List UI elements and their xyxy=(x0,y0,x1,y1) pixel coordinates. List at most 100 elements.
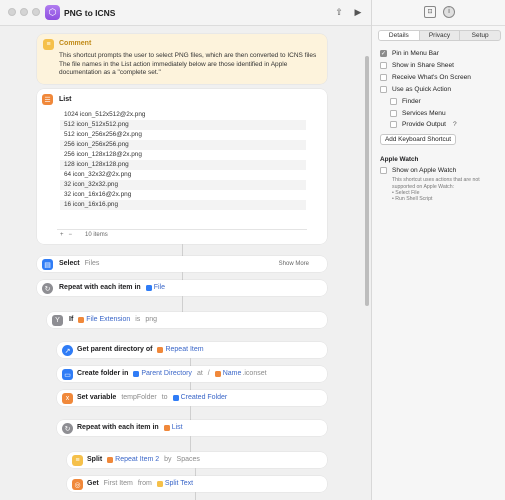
receive-screen-checkbox[interactable] xyxy=(380,74,387,81)
tab-details[interactable]: Details xyxy=(379,31,420,40)
text-icon: ≡ xyxy=(72,455,83,466)
condition-value[interactable]: png xyxy=(145,316,157,323)
list-item[interactable]: 1024 icon_512x512@2x.png xyxy=(60,110,306,120)
branch-icon: Y xyxy=(52,315,63,326)
path-slash: / xyxy=(207,370,210,377)
share-icon[interactable]: ⇧ xyxy=(333,6,345,18)
services-menu-option[interactable]: Services Menu xyxy=(390,110,446,117)
list-item[interactable]: 16 icon_16x16.png xyxy=(60,200,306,210)
comment-header: Comment xyxy=(59,40,92,47)
list-item[interactable]: 256 icon_256x256.png xyxy=(60,140,306,150)
info-icon[interactable]: i xyxy=(443,6,455,18)
add-item-button[interactable]: + xyxy=(60,232,64,238)
select-files-action[interactable]: ▤ Select Files Show More xyxy=(37,256,327,272)
list-token[interactable]: List xyxy=(163,424,183,431)
quick-action-option[interactable]: Use as Quick Action xyxy=(380,86,451,93)
list-item[interactable]: 512 icon_512x512.png xyxy=(60,120,306,130)
apple-watch-option[interactable]: Show on Apple Watch xyxy=(380,167,456,174)
zoom-window-button[interactable] xyxy=(32,8,40,16)
iconset-suffix[interactable]: .iconset xyxy=(242,370,266,377)
list-item[interactable]: 32 icon_32x32.png xyxy=(60,180,306,190)
variable-name[interactable]: tempFolder xyxy=(121,394,156,401)
variable-icon: x xyxy=(62,393,73,404)
separator-value[interactable]: Spaces xyxy=(177,456,200,463)
file-token[interactable]: File xyxy=(145,284,165,291)
list-items: 1024 icon_512x512@2x.png 512 icon_512x512… xyxy=(60,110,306,210)
list-icon: ☰ xyxy=(42,94,53,105)
services-menu-checkbox[interactable] xyxy=(390,110,397,117)
finder-option[interactable]: Finder xyxy=(390,98,421,105)
minimize-window-button[interactable] xyxy=(20,8,28,16)
list-item[interactable]: 256 icon_128x128@2x.png xyxy=(60,150,306,160)
apple-watch-checkbox[interactable] xyxy=(380,167,387,174)
library-icon[interactable]: ⊡ xyxy=(424,6,436,18)
remove-item-button[interactable]: − xyxy=(69,232,73,238)
item-selector[interactable]: First Item xyxy=(104,480,133,487)
file-extension-token[interactable]: File Extension xyxy=(78,316,130,323)
repeat-action[interactable]: ↻ Repeat with each item in File xyxy=(37,280,327,296)
parent-directory-token[interactable]: Parent Directory xyxy=(133,370,192,377)
repeat-list-action[interactable]: ↻ Repeat with each item in List xyxy=(57,420,327,436)
list-item[interactable]: 512 icon_256x256@2x.png xyxy=(60,130,306,140)
if-label: If xyxy=(69,316,74,323)
set-variable-action[interactable]: x Set variable tempFolder to Created Fol… xyxy=(57,390,327,406)
split-label: Split xyxy=(87,456,103,463)
list-card[interactable]: ☰ List 1024 icon_512x512@2x.png 512 icon_… xyxy=(37,89,327,244)
set-variable-label: Set variable xyxy=(77,394,117,401)
list-footer: + − 10 items xyxy=(57,229,307,239)
provide-output-checkbox[interactable] xyxy=(390,121,397,128)
receive-screen-option[interactable]: Receive What's On Screen xyxy=(380,74,471,81)
inspector-sidebar: ⊡ i Details Privacy Setup ✓ Pin in Menu B… xyxy=(371,0,505,500)
comment-text[interactable]: This shortcut prompts the user to select… xyxy=(59,52,321,78)
list-item[interactable]: 32 icon_16x16@2x.png xyxy=(60,190,306,200)
list-item[interactable]: 128 icon_128x128.png xyxy=(60,160,306,170)
share-sheet-option[interactable]: Show in Share Sheet xyxy=(380,62,454,69)
add-keyboard-shortcut-button[interactable]: Add Keyboard Shortcut xyxy=(380,134,457,145)
get-parent-directory-action[interactable]: ↗ Get parent directory of Repeat Item xyxy=(57,342,327,358)
inspector-tabs: Details Privacy Setup xyxy=(378,30,501,41)
shortcut-app-icon[interactable]: ⬡ xyxy=(45,5,60,20)
from-label: from xyxy=(137,480,152,487)
create-folder-label: Create folder in xyxy=(77,370,129,377)
window-title[interactable]: PNG to ICNS xyxy=(64,8,115,18)
share-sheet-checkbox[interactable] xyxy=(380,62,387,69)
list-item-icon: ◎ xyxy=(72,479,83,490)
if-action[interactable]: Y If File Extension is png xyxy=(47,312,327,328)
list-header: List xyxy=(59,96,72,103)
condition-operator[interactable]: is xyxy=(135,316,140,323)
pin-menu-bar-checkbox[interactable]: ✓ xyxy=(380,50,387,57)
comment-icon: ≡ xyxy=(43,39,54,50)
editor-scrollbar[interactable] xyxy=(365,56,369,306)
close-window-button[interactable] xyxy=(8,8,16,16)
repeat-item-token[interactable]: Repeat Item xyxy=(157,346,204,353)
quick-action-checkbox[interactable] xyxy=(380,86,387,93)
folder-icon: ▭ xyxy=(62,369,73,380)
finder-checkbox[interactable] xyxy=(390,98,397,105)
tab-setup[interactable]: Setup xyxy=(460,31,500,40)
window-titlebar: ⬡ PNG to ICNS ⇧ ▶ xyxy=(0,0,371,26)
repeat-item-2-token[interactable]: Repeat Item 2 xyxy=(107,456,159,463)
at-label: at xyxy=(196,370,203,377)
split-text-action[interactable]: ≡ Split Repeat Item 2 by Spaces xyxy=(67,452,327,468)
file-icon: ▤ xyxy=(42,259,53,270)
select-type[interactable]: Files xyxy=(85,260,100,267)
repeat-icon: ↻ xyxy=(42,283,53,294)
provide-output-option[interactable]: Provide Output ? xyxy=(390,121,457,128)
get-item-action[interactable]: ◎ Get First Item from Split Text xyxy=(67,476,327,492)
created-folder-token[interactable]: Created Folder xyxy=(172,394,227,401)
repeat-icon: ↻ xyxy=(62,423,73,434)
parent-dir-label: Get parent directory of xyxy=(77,346,153,353)
pin-menu-bar-option[interactable]: ✓ Pin in Menu Bar xyxy=(380,50,439,57)
show-more-button[interactable]: Show More xyxy=(279,261,309,267)
list-item[interactable]: 64 icon_32x32@2x.png xyxy=(60,170,306,180)
comment-card[interactable]: ≡ Comment This shortcut prompts the user… xyxy=(37,34,327,84)
run-play-icon[interactable]: ▶ xyxy=(352,6,364,18)
help-icon[interactable]: ? xyxy=(453,121,457,128)
tab-privacy[interactable]: Privacy xyxy=(420,31,461,40)
create-folder-action[interactable]: ▭ Create folder in Parent Directory at /… xyxy=(57,366,327,382)
item-count: 10 items xyxy=(85,231,108,238)
name-token[interactable]: Name xyxy=(214,370,241,377)
repeat-list-label: Repeat with each item in xyxy=(77,424,159,431)
apple-watch-header: Apple Watch xyxy=(380,156,419,163)
split-text-token[interactable]: Split Text xyxy=(156,480,193,487)
